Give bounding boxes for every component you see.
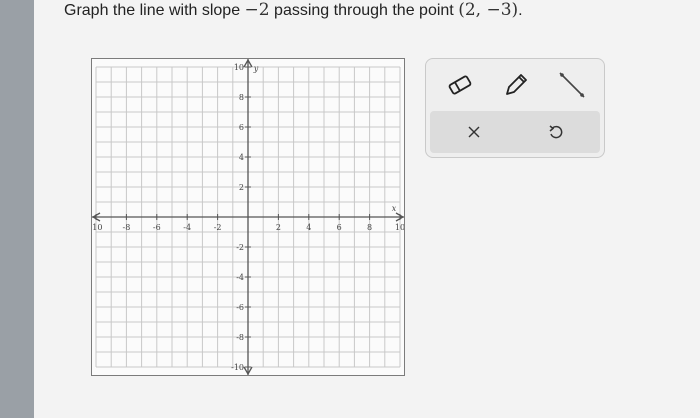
- action-bar: [430, 111, 600, 153]
- x-tick-label: -6: [153, 223, 161, 232]
- graph-area[interactable]: -10 -8 -6 -4 -2 2 4 6 8 10 10 8 6 4 2 -2 -4 -6 -8 -10 x y: [91, 58, 405, 376]
- question-middle: passing through the point: [269, 2, 459, 19]
- undo-icon: [549, 125, 563, 139]
- clear-button[interactable]: [444, 111, 504, 153]
- x-tick-label: 8: [367, 223, 372, 232]
- x-tick-label: 6: [337, 223, 342, 232]
- x-tick-label: 4: [306, 223, 311, 232]
- slope-value: −2: [244, 0, 270, 20]
- question-suffix: .: [518, 2, 523, 19]
- x-axis-label: x: [392, 204, 397, 213]
- y-tick-label: 4: [239, 153, 244, 162]
- question-text: Graph the line with slope −2 passing thr…: [64, 0, 523, 22]
- pencil-tool-button[interactable]: [496, 65, 536, 105]
- x-tick-label: -10: [92, 223, 102, 232]
- point-value: (2, −3): [458, 0, 519, 20]
- left-sidebar-strip: [0, 0, 34, 418]
- y-tick-label: 8: [239, 93, 244, 102]
- coordinate-plane[interactable]: -10 -8 -6 -4 -2 2 4 6 8 10 10 8 6 4 2 -2 -4 -6 -8 -10 x y: [92, 59, 404, 375]
- undo-button[interactable]: [526, 111, 586, 153]
- x-tick-label: 10: [395, 223, 404, 232]
- eraser-icon: [448, 75, 472, 95]
- y-tick-label: -4: [236, 273, 244, 282]
- eraser-tool-button[interactable]: [440, 65, 480, 105]
- x-tick-label: 2: [276, 223, 281, 232]
- line-tool-button[interactable]: [552, 65, 592, 105]
- y-tick-label: -6: [236, 303, 244, 312]
- x-tick-label: -4: [183, 223, 191, 232]
- y-tick-label: -10: [231, 363, 244, 372]
- y-tick-label: -2: [236, 243, 244, 252]
- y-tick-label: 10: [234, 63, 244, 72]
- y-tick-label: -8: [236, 333, 244, 342]
- y-tick-label: 2: [239, 183, 244, 192]
- tool-panel: [425, 58, 605, 158]
- y-axis-label: y: [253, 64, 259, 73]
- x-tick-label: -8: [123, 223, 131, 232]
- pencil-icon: [506, 74, 527, 95]
- y-tick-label: 6: [239, 123, 244, 132]
- line-segment-icon: [559, 72, 585, 98]
- question-prefix: Graph the line with slope: [64, 2, 245, 19]
- clear-icon: [468, 126, 480, 138]
- x-tick-label: -2: [214, 223, 222, 232]
